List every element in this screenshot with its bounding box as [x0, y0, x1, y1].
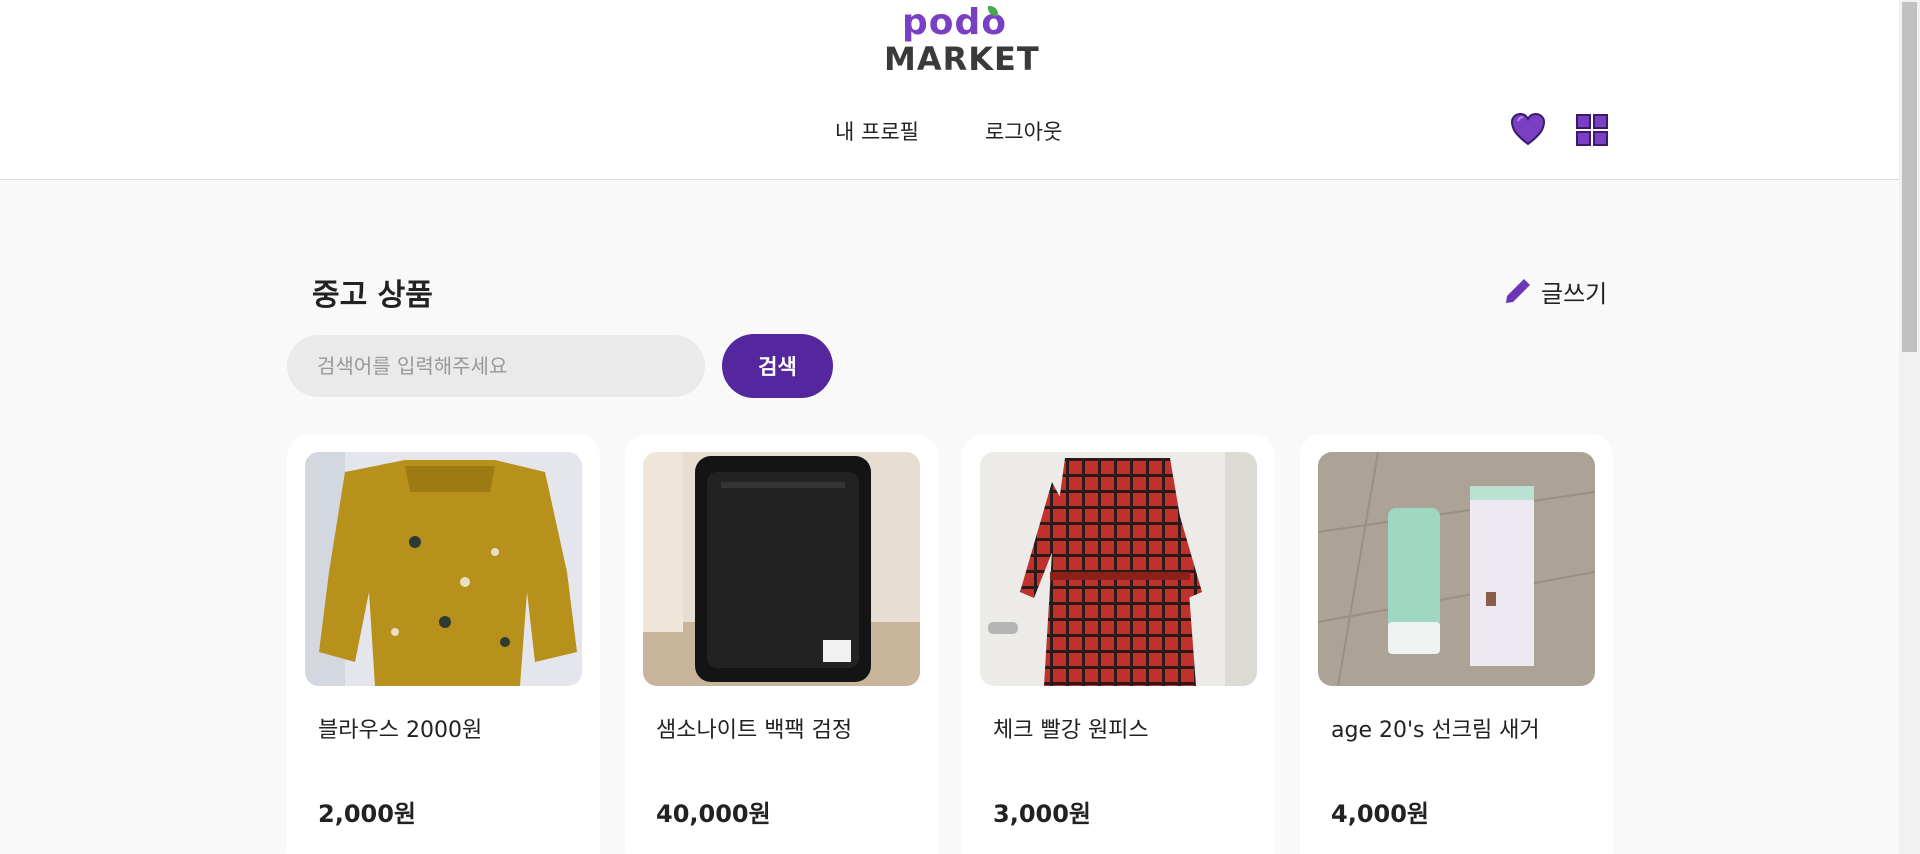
product-image-dress[interactable] [980, 452, 1257, 686]
page-scrollbar[interactable] [1899, 0, 1920, 854]
site-header: podo MARKET 내 프로필 로그아웃 [0, 0, 1899, 180]
search-button[interactable]: 검색 [722, 334, 833, 398]
product-card[interactable]: 샘소나이트 백팩 검정 40,000원 [625, 434, 938, 854]
product-image-sunscreen[interactable] [1318, 452, 1595, 686]
product-title[interactable]: age 20's 선크림 새거 [1331, 712, 1540, 744]
product-title[interactable]: 샘소나이트 백팩 검정 [656, 712, 852, 744]
product-card[interactable]: age 20's 선크림 새거 4,000원 [1300, 434, 1613, 854]
product-title[interactable]: 블라우스 2000원 [318, 712, 482, 744]
search-input[interactable] [287, 335, 705, 397]
product-image-backpack[interactable] [643, 452, 920, 686]
heart-icon[interactable] [1510, 112, 1546, 146]
product-image-blouse[interactable] [305, 452, 582, 686]
pencil-icon [1506, 278, 1530, 303]
write-post-button[interactable]: 글쓰기 [1503, 274, 1607, 309]
product-card[interactable]: 체크 빨강 원피스 3,000원 [962, 434, 1275, 854]
product-price: 3,000원 [993, 800, 1091, 828]
product-price: 40,000원 [656, 800, 771, 828]
grid-menu-icon[interactable] [1576, 114, 1608, 146]
nav-logout-link[interactable]: 로그아웃 [985, 116, 1062, 146]
podo-market-logo[interactable]: podo MARKET [880, 2, 1039, 78]
scrollbar-thumb[interactable] [1902, 2, 1917, 352]
product-price: 4,000원 [1331, 800, 1429, 828]
nav-my-profile-link[interactable]: 내 프로필 [835, 116, 919, 146]
product-title[interactable]: 체크 빨강 원피스 [993, 712, 1149, 744]
product-card[interactable]: 블라우스 2000원 2,000원 [287, 434, 600, 854]
section-title: 중고 상품 [312, 278, 433, 313]
logo-market-text: MARKET [884, 40, 1040, 78]
product-price: 2,000원 [318, 800, 416, 828]
write-post-label: 글쓰기 [1541, 280, 1608, 308]
